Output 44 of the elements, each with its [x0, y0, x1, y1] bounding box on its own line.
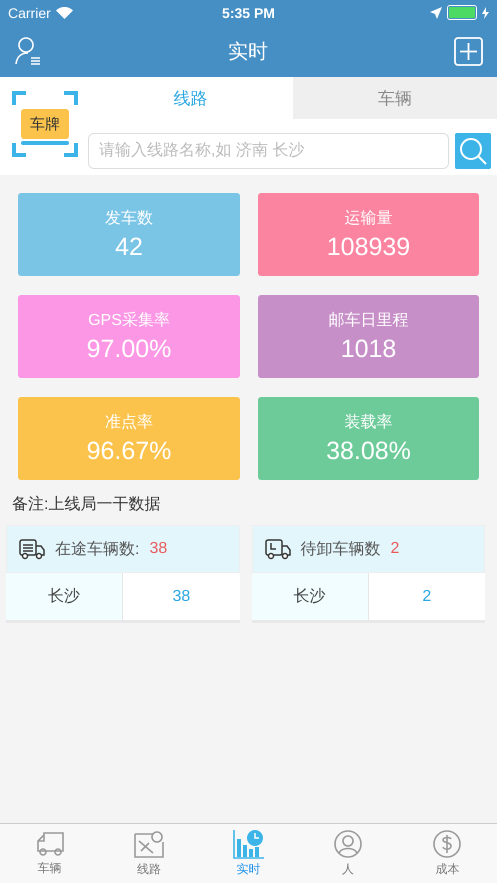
truck-clock-icon [264, 538, 290, 560]
stat-value: 1018 [340, 334, 396, 364]
stat-label: 运输量 [344, 208, 392, 228]
map-icon [133, 829, 166, 859]
charging-icon [482, 6, 489, 18]
person-icon [332, 829, 363, 859]
city-cell: 长沙 [252, 573, 369, 620]
stat-value: 38.08% [326, 436, 411, 466]
city-cell: 长沙 [6, 573, 124, 620]
truck-list-icon [19, 538, 45, 560]
segment-tab[interactable]: 车辆 [292, 77, 497, 119]
add-icon[interactable] [454, 36, 483, 66]
count-cell: 2 [368, 573, 485, 620]
stat-label: GPS采集率 [88, 310, 170, 330]
stat-label: 发车数 [105, 208, 153, 228]
dollar-icon [432, 829, 462, 859]
count-cell: 38 [123, 573, 240, 620]
chart-clock-icon [232, 829, 265, 859]
search-field[interactable]: 请输入线路名称,如 济南 长沙 [88, 133, 449, 169]
tab-bar-item[interactable]: 成本 [398, 824, 497, 883]
tab-bar-item[interactable]: 人 [298, 824, 398, 883]
wifi-icon [56, 6, 73, 18]
tab-bar-item[interactable]: 车辆 [0, 824, 100, 883]
panel-count: 2 [390, 540, 400, 558]
stat-value: 97.00% [86, 334, 172, 364]
nav-title: 实时 [228, 40, 268, 64]
tab-bar-item[interactable]: 线路 [99, 824, 199, 883]
panel-title: 在途车辆数: [55, 540, 140, 560]
stat-label: 准点率 [105, 412, 153, 432]
panel-count: 38 [149, 540, 168, 558]
battery-icon [446, 5, 477, 20]
location-icon [430, 6, 442, 18]
note-text: 备注:上线局一干数据 [11, 494, 162, 515]
stat-value: 108939 [326, 232, 410, 262]
status-time: 5:35 PM [222, 4, 275, 20]
tab-bar-item[interactable]: 实时 [198, 824, 298, 883]
search-button[interactable] [455, 133, 491, 169]
stat-label: 装载率 [344, 412, 392, 432]
stat-value: 42 [115, 232, 143, 262]
carrier-label: Carrier [8, 4, 51, 20]
stat-value: 96.67% [86, 436, 172, 466]
user-menu-icon[interactable] [14, 36, 42, 66]
panel-title: 待卸车辆数 [300, 540, 380, 560]
stat-label: 邮车日里程 [328, 310, 408, 330]
